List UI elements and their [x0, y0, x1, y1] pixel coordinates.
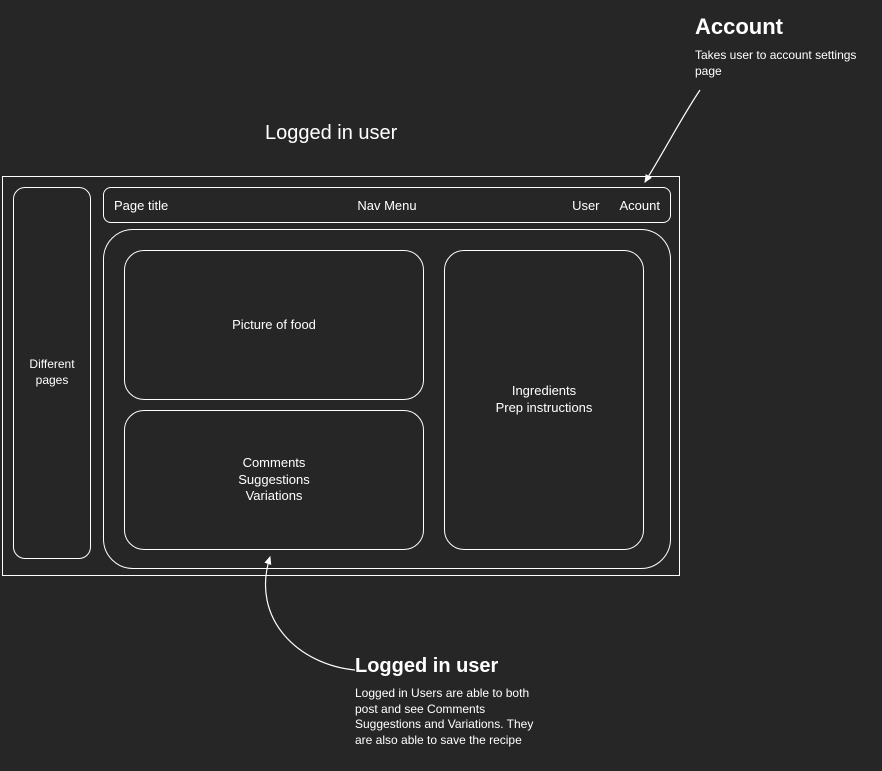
top-navigation-bar: Page title Nav Menu User Acount — [103, 187, 671, 223]
comments-line2: Suggestions — [238, 472, 310, 489]
annotation-logged-title: Logged in user — [355, 655, 550, 678]
ingredients-line2: Prep instructions — [496, 400, 593, 417]
nav-user-link[interactable]: User — [572, 198, 599, 213]
card-food-picture: Picture of food — [124, 250, 424, 400]
page-label: Logged in user — [265, 122, 397, 145]
comments-line3: Variations — [238, 488, 310, 505]
wireframe-frame: Different pages Page title Nav Menu User… — [2, 176, 680, 576]
annotation-account: Account Takes user to account settings p… — [695, 14, 870, 79]
comments-line1: Comments — [238, 455, 310, 472]
annotation-logged-in-user: Logged in user Logged in Users are able … — [355, 655, 550, 748]
page-title-label: Page title — [114, 198, 168, 213]
sidebar-different-pages[interactable]: Different pages — [13, 187, 91, 559]
arrow-to-account — [645, 90, 700, 182]
annotation-account-body: Takes user to account settings page — [695, 48, 870, 79]
annotation-logged-body: Logged in Users are able to both post an… — [355, 686, 550, 748]
ingredients-line1: Ingredients — [496, 383, 593, 400]
nav-menu-label[interactable]: Nav Menu — [357, 198, 416, 213]
nav-account-link[interactable]: Acount — [620, 198, 660, 213]
card-comments[interactable]: Comments Suggestions Variations — [124, 410, 424, 550]
annotation-account-title: Account — [695, 14, 870, 40]
content-panel: Picture of food Comments Suggestions Var… — [103, 229, 671, 569]
card-ingredients: Ingredients Prep instructions — [444, 250, 644, 550]
